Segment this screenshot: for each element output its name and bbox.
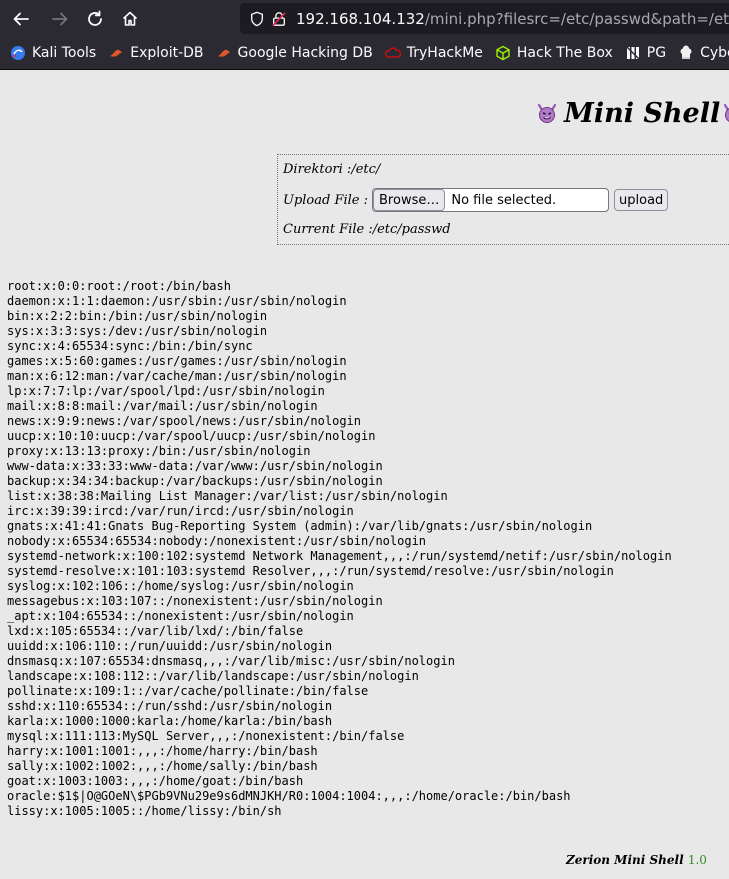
devil-icon xyxy=(724,103,729,122)
shield-icon[interactable] xyxy=(248,10,266,28)
current-file-label: Current File : xyxy=(283,222,373,237)
bookmark-label: CyberChef xyxy=(700,45,729,61)
file-line: root:x:0:0:root:/root:/bin/bash xyxy=(7,279,231,293)
file-line: backup:x:34:34:backup:/var/backups:/usr/… xyxy=(7,474,383,488)
file-line: daemon:x:1:1:daemon:/usr/sbin:/usr/sbin/… xyxy=(7,294,347,308)
bookmark-label: PG xyxy=(646,45,667,61)
bookmark-pg[interactable]: PG xyxy=(625,45,666,61)
forward-button[interactable] xyxy=(47,6,73,32)
file-line: man:x:6:12:man:/var/cache/man:/usr/sbin/… xyxy=(7,369,347,383)
url-text[interactable]: 192.168.104.132/mini.php?filesrc=/etc/pa… xyxy=(296,10,729,28)
bookmark-hack-the-box[interactable]: Hack The Box xyxy=(495,45,613,61)
file-line: mysql:x:111:113:MySQL Server,,,:/nonexis… xyxy=(7,729,405,743)
file-input[interactable]: Browse… No file selected. xyxy=(372,188,610,212)
upload-label: Upload File : xyxy=(283,192,369,208)
ghdb-icon xyxy=(216,45,232,61)
footer: Zerion Mini Shell 1.0 xyxy=(566,853,707,867)
home-icon xyxy=(122,11,138,26)
kali-icon xyxy=(10,45,26,61)
bookmark-label: Kali Tools xyxy=(32,45,97,61)
reload-button[interactable] xyxy=(82,6,108,32)
file-line: karla:x:1000:1000:karla:/home/karla:/bin… xyxy=(7,714,333,728)
file-line: uucp:x:10:10:uucp:/var/spool/uucp:/usr/s… xyxy=(7,429,376,443)
file-line: news:x:9:9:news:/var/spool/news:/usr/sbi… xyxy=(7,414,362,428)
directory-row: Direktori : /etc/ xyxy=(283,162,380,177)
bookmarks-bar: Kali Tools Exploit-DB Google Hacking DB … xyxy=(0,37,729,70)
upload-button[interactable]: upload xyxy=(614,189,669,211)
shell-title-text: Mini Shell xyxy=(564,97,721,129)
file-line: lxd:x:105:65534::/var/lib/lxd/:/bin/fals… xyxy=(7,624,304,638)
bookmark-label: Exploit-DB xyxy=(130,45,204,61)
page-title: Mini Shell xyxy=(536,95,729,131)
url-path: /mini.php?filesrc=/etc/passwd&path=/etc xyxy=(424,9,729,28)
file-line: lp:x:7:7:lp:/var/spool/lpd:/usr/sbin/nol… xyxy=(7,384,325,398)
reload-icon xyxy=(88,10,102,26)
browse-button[interactable]: Browse… xyxy=(373,189,446,211)
file-line: goat:x:1003:1003:,,,:/home/goat:/bin/bas… xyxy=(7,774,304,788)
current-file-row: Current File : /etc/passwd xyxy=(283,222,451,237)
file-line: systemd-resolve:x:101:103:systemd Resolv… xyxy=(7,564,614,578)
file-line: www-data:x:33:33:www-data:/var/www:/usr/… xyxy=(7,459,383,473)
file-line: systemd-network:x:100:102:systemd Networ… xyxy=(7,549,672,563)
file-line: uuidd:x:106:110::/run/uuidd:/usr/sbin/no… xyxy=(7,639,333,653)
file-line: oracle:$1$|O@GOeN\$PGb9VNu29e9s6dMNJKH/R… xyxy=(7,789,571,803)
bookmark-tryhackme[interactable]: TryHackMe xyxy=(384,45,483,61)
tryhackme-icon xyxy=(384,45,401,61)
file-line: messagebus:x:103:107::/nonexistent:/usr/… xyxy=(7,594,383,608)
url-bar[interactable]: 192.168.104.132/mini.php?filesrc=/etc/pa… xyxy=(240,3,729,34)
bookmark-label: TryHackMe xyxy=(406,45,483,61)
browser-toolbar: 192.168.104.132/mini.php?filesrc=/etc/pa… xyxy=(0,0,729,37)
file-line: dnsmasq:x:107:65534:dnsmasq,,,:/var/lib/… xyxy=(7,654,455,668)
exploit-db-icon xyxy=(108,45,124,61)
file-line: harry:x:1001:1001:,,,:/home/harry:/bin/b… xyxy=(7,744,318,758)
url-host: 192.168.104.132 xyxy=(296,9,425,28)
file-line: bin:x:2:2:bin:/bin:/usr/sbin/nologin xyxy=(7,309,268,323)
upload-row: Upload File : Browse… No file selected. … xyxy=(283,188,669,212)
file-line: nobody:x:65534:65534:nobody:/nonexistent… xyxy=(7,534,427,548)
file-line: list:x:38:38:Mailing List Manager:/var/l… xyxy=(7,489,448,503)
footer-name: Zerion Mini Shell xyxy=(566,853,684,867)
directory-link[interactable]: /etc/ xyxy=(351,162,380,177)
page-content: Mini Shell Direktori : /etc/ Upload File… xyxy=(0,71,729,879)
file-line: _apt:x:104:65534::/nonexistent:/usr/sbin… xyxy=(7,609,354,623)
home-button[interactable] xyxy=(117,6,143,32)
bookmark-cyberchef[interactable]: CyberChef xyxy=(678,45,729,61)
pg-icon xyxy=(625,45,641,61)
file-line: sally:x:1002:1002:,,,:/home/sally:/bin/b… xyxy=(7,759,318,773)
file-line: games:x:5:60:games:/usr/games:/usr/sbin/… xyxy=(7,354,347,368)
footer-version: 1.0 xyxy=(687,853,707,867)
bookmark-label: Google Hacking DB xyxy=(237,45,373,61)
file-content: root:x:0:0:root:/root:/bin/bash daemon:x… xyxy=(7,279,672,819)
htb-cube-icon xyxy=(495,45,511,61)
back-button[interactable] xyxy=(8,6,34,32)
arrow-right-icon xyxy=(52,12,68,26)
current-file-value: /etc/passwd xyxy=(372,222,451,237)
file-line: pollinate:x:109:1::/var/cache/pollinate:… xyxy=(7,684,369,698)
arrow-left-icon xyxy=(13,12,29,26)
file-line: proxy:x:13:13:proxy:/bin:/usr/sbin/nolog… xyxy=(7,444,311,458)
bookmark-exploit-db[interactable]: Exploit-DB xyxy=(108,45,204,61)
cyberchef-icon xyxy=(678,45,694,61)
file-line: syslog:x:102:106::/home/syslog:/usr/sbin… xyxy=(7,579,354,593)
shell-info-panel: Direktori : /etc/ Upload File : Browse… … xyxy=(277,154,729,245)
file-line: sshd:x:110:65534::/run/sshd:/usr/sbin/no… xyxy=(7,699,333,713)
bookmark-kali-tools[interactable]: Kali Tools xyxy=(10,45,96,61)
insecure-lock-icon[interactable] xyxy=(270,10,288,28)
no-file-selected-text: No file selected. xyxy=(451,192,557,208)
devil-icon xyxy=(537,103,557,123)
file-line: landscape:x:108:112::/var/lib/landscape:… xyxy=(7,669,419,683)
directory-label: Direktori : xyxy=(283,162,352,177)
file-line: mail:x:8:8:mail:/var/mail:/usr/sbin/nolo… xyxy=(7,399,318,413)
file-line: irc:x:39:39:ircd:/var/run/ircd:/usr/sbin… xyxy=(7,504,354,518)
file-line: sync:x:4:65534:sync:/bin:/bin/sync xyxy=(7,339,253,353)
bookmark-label: Hack The Box xyxy=(516,45,613,61)
bookmark-google-hacking-db[interactable]: Google Hacking DB xyxy=(216,45,373,61)
file-line: sys:x:3:3:sys:/dev:/usr/sbin/nologin xyxy=(7,324,268,338)
file-line: lissy:x:1005:1005::/home/lissy:/bin/sh xyxy=(7,804,282,818)
file-line: gnats:x:41:41:Gnats Bug-Reporting System… xyxy=(7,519,593,533)
